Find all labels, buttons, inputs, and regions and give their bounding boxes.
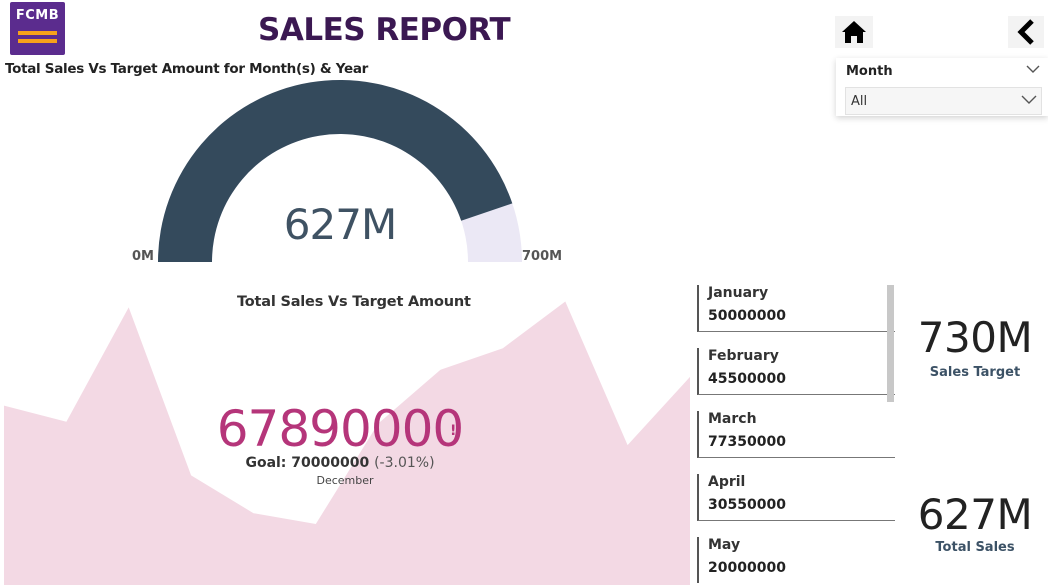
gauge-subtitle: Total Sales Vs Target Amount for Month(s… xyxy=(5,61,368,77)
month-card: May 20000000 xyxy=(697,537,895,583)
month-card: January 50000000 xyxy=(697,285,895,332)
month-name: May xyxy=(708,537,741,553)
gauge-max-label: 700M xyxy=(522,249,563,264)
kpi-goal-pct: (-3.01%) xyxy=(374,455,435,471)
gauge-min-label: 0M xyxy=(132,249,154,264)
kpi-goal: Goal: 70000000 (-3.01%) xyxy=(150,455,530,471)
kpi-alert-icon: ! xyxy=(450,423,457,439)
kpi-title: Total Sales Vs Target Amount xyxy=(237,294,471,310)
total-sales-label: Total Sales xyxy=(935,540,1015,555)
month-name: January xyxy=(708,285,769,301)
month-card: April 30550000 xyxy=(697,474,895,521)
month-dropdown-value: All xyxy=(851,94,868,109)
home-icon xyxy=(842,21,866,43)
month-slicer[interactable]: Month All xyxy=(836,58,1048,116)
month-name: April xyxy=(708,474,746,490)
chevron-left-icon xyxy=(1017,19,1034,45)
kpi-goal-text: Goal: 70000000 xyxy=(245,455,370,471)
month-amount: 77350000 xyxy=(708,434,786,450)
gauge-value: 627M xyxy=(283,200,397,249)
month-amount: 50000000 xyxy=(708,308,786,324)
month-dropdown[interactable]: All xyxy=(845,87,1042,115)
chevron-down-icon[interactable] xyxy=(1026,64,1040,74)
kpi-value: 67890000 xyxy=(216,400,465,458)
month-card: March 77350000 xyxy=(697,411,895,458)
cards-scrollbar[interactable] xyxy=(887,285,894,402)
total-sales-value: 627M xyxy=(917,490,1033,539)
slicer-label: Month xyxy=(846,64,893,79)
logo-stripe xyxy=(18,39,57,43)
fcmb-logo: FCMB xyxy=(10,2,65,55)
chevron-down-icon xyxy=(1021,95,1037,104)
sales-target-label: Sales Target xyxy=(929,365,1021,380)
home-button[interactable] xyxy=(835,16,873,48)
back-button[interactable] xyxy=(1008,16,1044,48)
logo-text: FCMB xyxy=(15,8,60,23)
month-name: February xyxy=(708,348,779,364)
month-amount: 45500000 xyxy=(708,371,786,387)
sales-target-value: 730M xyxy=(917,313,1033,362)
logo-stripe xyxy=(18,31,57,35)
month-card: February 45500000 xyxy=(697,348,895,395)
page-title: SALES REPORT xyxy=(258,12,511,48)
month-amount: 30550000 xyxy=(708,497,786,513)
month-name: March xyxy=(708,411,757,427)
kpi-period: December xyxy=(316,474,374,487)
month-amount: 20000000 xyxy=(708,560,786,576)
